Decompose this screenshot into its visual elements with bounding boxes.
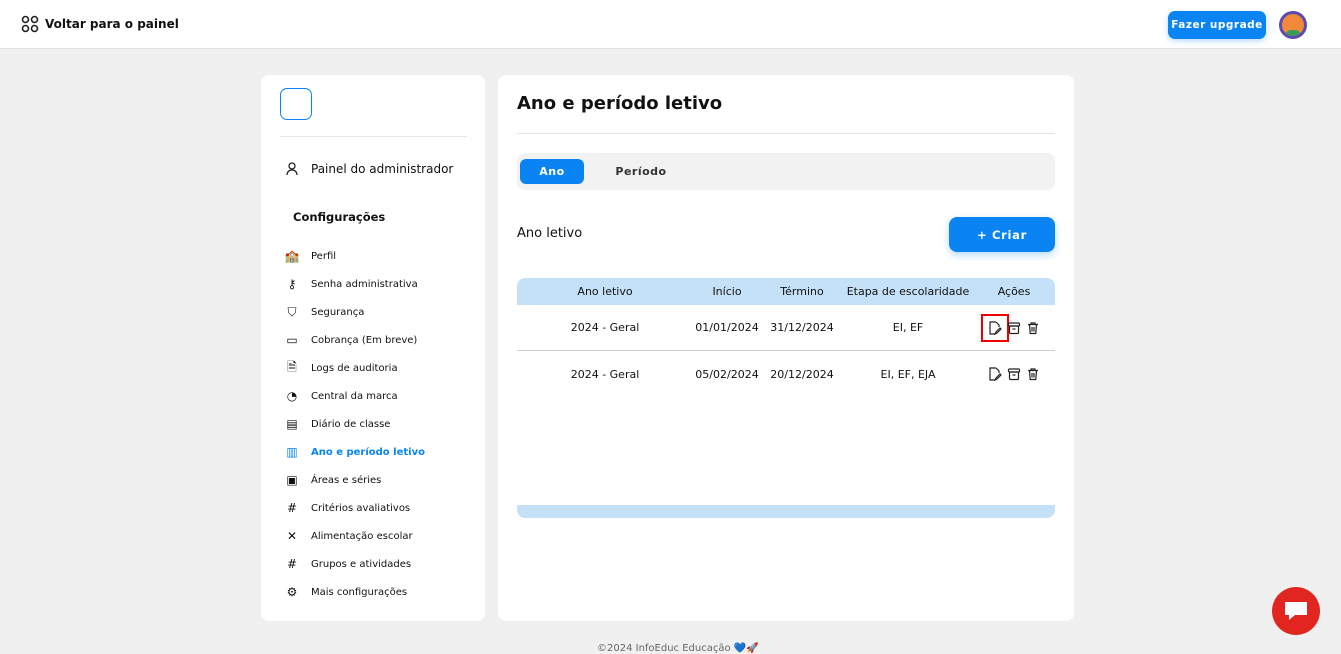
sidebar-item[interactable]: ⚙ Mais configurações [285,578,425,606]
user-icon [286,162,298,176]
back-label: Voltar para o painel [45,17,179,31]
divider [517,133,1055,134]
divider [280,136,467,137]
table-cell: 05/02/2024 [695,367,759,381]
sidebar-item[interactable]: ◔ Central da marca [285,382,425,410]
sidebar-item[interactable]: ✕ Alimentação escolar [285,522,425,550]
column-header: Início [712,285,742,298]
section-subtitle: Ano letivo [517,226,583,241]
avatar[interactable] [1279,11,1307,39]
sidebar-item-label: Critérios avaliativos [311,502,411,514]
table-cell: EI, EF, EJA [880,367,936,381]
sidebar-item-label: Alimentação escolar [311,530,413,542]
sidebar-item-admin-panel[interactable]: Painel do administrador [285,162,453,176]
trash-icon[interactable] [1025,320,1041,336]
table-cell: 2024 - Geral [570,367,640,381]
calendar-grid-icon: ▥ [286,445,298,459]
sidebar-item-label: Áreas e séries [311,474,382,486]
table-row: 2024 - Geral 01/01/2024 31/12/2024 EI, EF [517,305,1055,351]
school-year-table: Ano letivo Início Término Etapa de escol… [517,278,1055,397]
archive-icon[interactable] [1006,320,1022,336]
table-footer [517,505,1055,518]
column-header: Ano letivo [577,285,633,298]
table-cell: 2024 - Geral [570,321,640,334]
footer-text: ©2024 InfoEduc Educação 💙🚀 [597,643,759,654]
sidebar-item-label: Perfil [311,250,337,262]
sidebar-item[interactable]: # Grupos e atividades [285,550,425,578]
sidebar-item-label: Central da marca [311,390,398,402]
top-bar: Voltar para o painel Fazer upgrade [0,0,1341,49]
sidebar-item[interactable]: 🏫 Perfil [285,242,425,270]
chat-icon [1285,602,1307,620]
key-icon: ⚷ [287,277,297,291]
sidebar-item-label: Painel do administrador [311,162,454,176]
hash-icon: # [286,557,298,571]
create-button[interactable]: + Criar [949,217,1055,252]
tab-ano[interactable]: Ano [520,159,584,184]
sidebar-item-label: Grupos e atividades [311,558,412,570]
section-title: Configurações [293,210,386,224]
edit-icon[interactable] [987,366,1003,382]
sidebar-item-label: Diário de classe [311,418,391,430]
page-title: Ano e período letivo [517,93,723,114]
column-header: Etapa de escolaridade [846,285,970,298]
chat-button[interactable] [1272,587,1320,635]
column-header: Término [780,285,824,298]
sidebar-item-label: Cobrança (Em breve) [311,334,418,346]
building-icon: 🏫 [284,249,300,263]
main-panel: Ano e período letivo Ano Período Ano let… [498,75,1074,621]
shield-icon: ⛉ [287,304,297,319]
hash-icon: # [286,501,298,515]
sidebar-item-label: Logs de auditoria [311,362,398,374]
audit-file-icon: 🗎 [287,359,297,374]
grid-icon [21,15,39,33]
sidebar-item-label: Senha administrativa [311,278,418,290]
list-card-icon: ▣ [286,473,298,487]
table-cell: EI, EF [892,321,924,334]
sidebar-item[interactable]: 🗎 Logs de auditoria [285,354,425,382]
edit-icon[interactable] [981,313,1009,342]
trash-icon[interactable] [1025,366,1041,382]
sidebar-item-label: Segurança [311,306,365,318]
logo-placeholder [280,88,312,120]
upgrade-button[interactable]: Fazer upgrade [1168,11,1266,39]
tab-periodo[interactable]: Período [591,159,691,184]
row-actions [973,313,1055,342]
table-cell: 31/12/2024 [770,321,834,334]
tab-bar: Ano Período [517,153,1055,190]
table-row: 2024 - Geral 05/02/2024 20/12/2024 EI, EF, … [517,351,1055,397]
back-to-panel-link[interactable]: Voltar para o painel [21,15,179,33]
sidebar-item[interactable]: # Critérios avaliativos [285,494,425,522]
sidebar-item[interactable]: ▭ Cobrança (Em breve) [285,326,425,354]
sidebar-item-label: Mais configurações [311,586,408,598]
sidebar-item[interactable]: ▣ Áreas e séries [285,466,425,494]
sidebar-item[interactable]: ▤ Diário de classe [285,410,425,438]
table-header: Ano letivo Início Término Etapa de escol… [517,278,1055,305]
sidebar-item[interactable]: ▥ Ano e período letivo [285,438,425,466]
document-icon: ▤ [286,417,298,431]
sidebar-item[interactable]: ⛉ Segurança [285,298,425,326]
palette-icon: ◔ [286,389,298,403]
table-cell: 20/12/2024 [770,367,834,381]
utensils-icon: ✕ [286,529,298,543]
archive-icon[interactable] [1006,366,1022,382]
sidebar-item[interactable]: ⚷ Senha administrativa [285,270,425,298]
gear-icon: ⚙ [286,585,298,599]
settings-sidebar: Painel do administrador Configurações 🏫 P… [261,75,485,621]
wallet-icon: ▭ [286,333,298,347]
column-header: Ações [997,285,1031,298]
table-cell: 01/01/2024 [695,321,759,334]
sidebar-item-label: Ano e período letivo [311,446,425,458]
row-actions [973,366,1055,382]
